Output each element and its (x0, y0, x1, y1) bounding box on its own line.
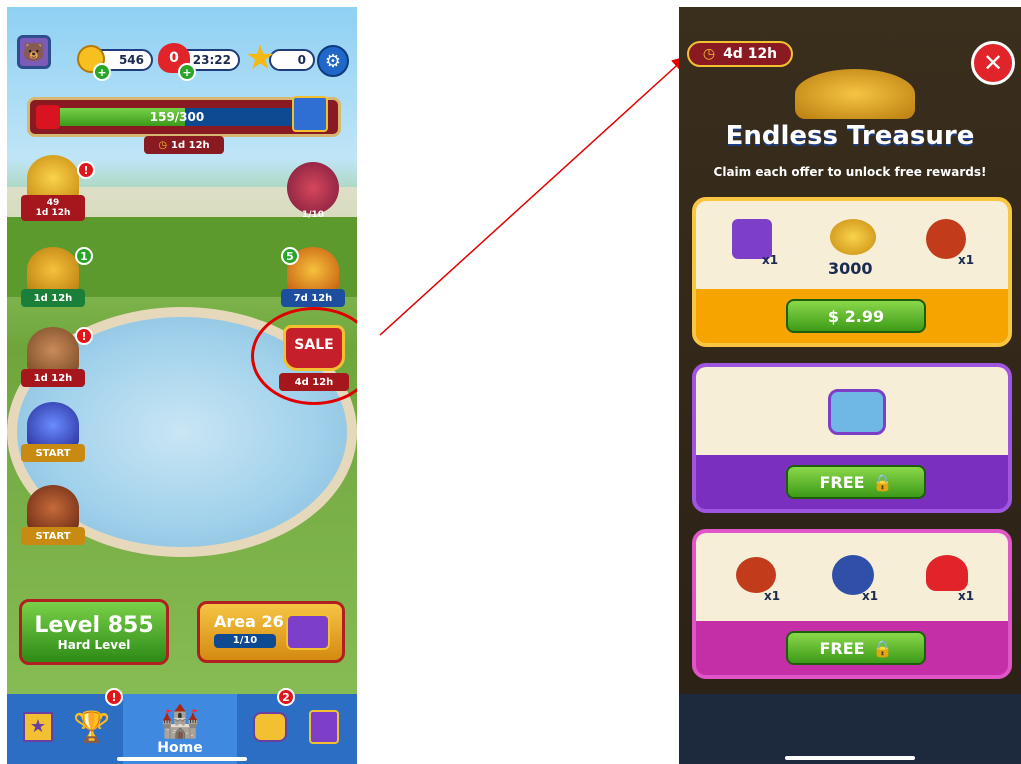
jester-qty: x1 (958, 589, 975, 603)
close-icon: ✕ (982, 49, 1004, 77)
offer-timer: ◷ 4d 12h (687, 41, 793, 67)
lock-icon: 🔒 (872, 638, 893, 658)
crossbow-icon (736, 557, 776, 593)
offer-card-free-chest: FREE 🔒 (692, 363, 1012, 513)
hammer-qty: x1 (762, 253, 779, 267)
dimmed-bottom-nav (679, 694, 1021, 764)
cannon-qty: x1 (862, 589, 879, 603)
free-claim-button[interactable]: FREE 🔒 (786, 465, 926, 499)
offer-card-paid: x1 3000 x1 $ 2.99 (692, 197, 1012, 347)
popup-subtitle: Claim each offer to unlock free rewards! (713, 165, 987, 179)
buy-button[interactable]: $ 2.99 (786, 299, 926, 333)
offer-card-free-items: x1 x1 x1 FREE 🔒 (692, 529, 1012, 679)
popup-title: Endless Treasure (725, 121, 975, 151)
home-indicator (785, 756, 915, 760)
crossbow-qty: x1 (764, 589, 781, 603)
lock-icon: 🔒 (872, 472, 893, 492)
treasure-pile-icon (795, 69, 915, 119)
free-claim-button[interactable]: FREE 🔒 (786, 631, 926, 665)
tnt-qty: x1 (958, 253, 975, 267)
coins-qty: 3000 (828, 259, 873, 278)
endless-treasure-popup: ◷ 4d 12h ✕ Endless Treasure Claim each o… (679, 7, 1021, 764)
close-button[interactable]: ✕ (971, 41, 1015, 85)
coins-icon (830, 219, 876, 255)
clock-icon: ◷ (702, 46, 716, 62)
jester-hat-icon (926, 555, 968, 591)
chest-icon (828, 389, 886, 435)
